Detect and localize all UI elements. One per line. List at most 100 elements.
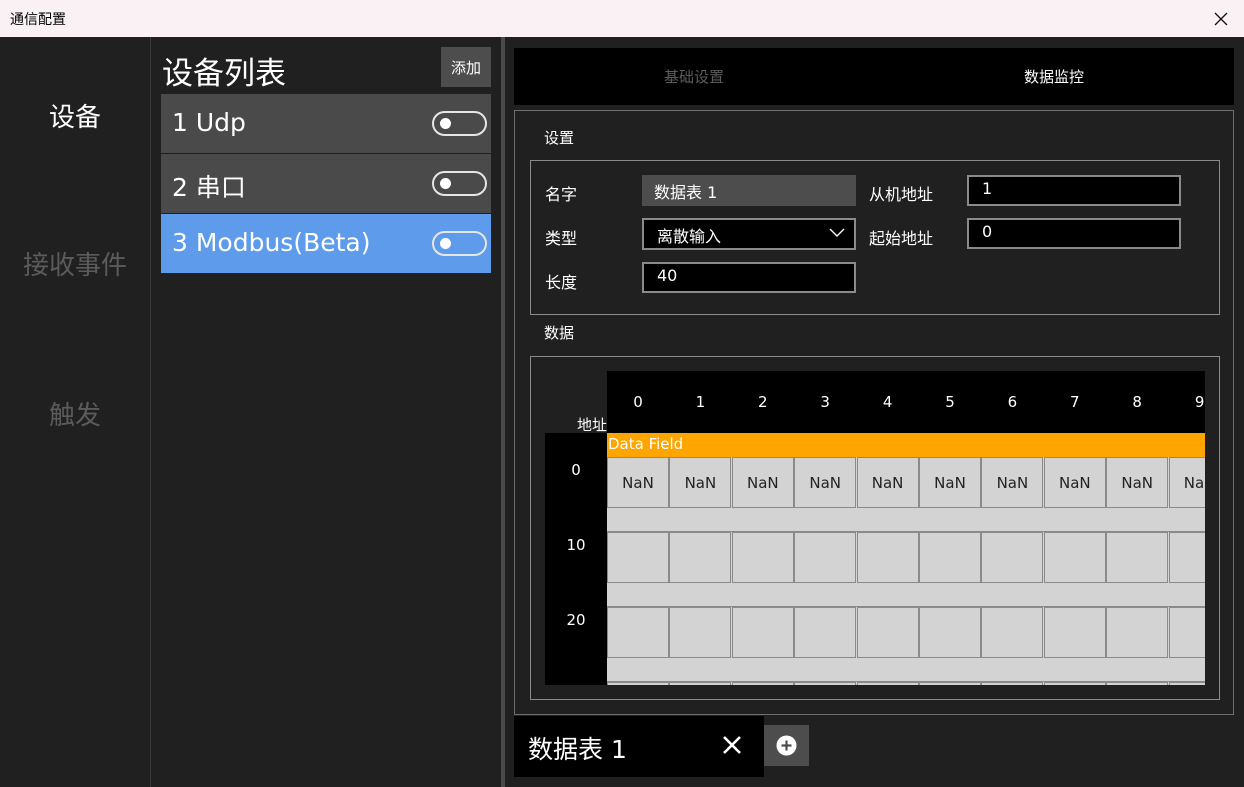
data-cell[interactable] — [794, 532, 857, 583]
length-input[interactable]: 40 — [642, 262, 856, 293]
device-enable-toggle[interactable] — [432, 111, 487, 136]
name-field[interactable]: 数据表 1 — [642, 175, 856, 206]
row-header: 20 — [566, 611, 586, 629]
column-header: 4 — [882, 393, 893, 411]
data-cell[interactable] — [1168, 607, 1205, 658]
column-header: 8 — [1132, 393, 1142, 411]
data-cell[interactable] — [1106, 682, 1169, 685]
data-cell[interactable] — [669, 532, 732, 583]
data-cell[interactable] — [731, 682, 794, 685]
row-header-column: 0 10 20 — [545, 433, 607, 685]
type-select-value: 离散输入 — [657, 227, 722, 246]
data-cell[interactable] — [981, 532, 1044, 583]
slave-address-label: 从机地址 — [869, 185, 934, 204]
data-cell[interactable]: NaN — [1043, 457, 1106, 508]
nav-item-receive-events[interactable]: 接收事件 — [0, 245, 150, 282]
title-bar: 通信配置 — [0, 0, 1244, 37]
data-cell[interactable] — [919, 682, 981, 685]
device-detail-pane: 基础设置 数据监控 设置 名字 数据表 1 类型 离散输入 长度 40 从机地址… — [505, 37, 1244, 787]
device-item-udp[interactable]: 1 Udp — [161, 94, 491, 153]
column-header: 9 — [1194, 393, 1205, 411]
data-cell[interactable]: NaN — [981, 457, 1044, 508]
name-label: 名字 — [545, 185, 578, 204]
device-item-modbus[interactable]: 3 Modbus(Beta) — [161, 214, 491, 273]
data-cell[interactable] — [1168, 532, 1205, 583]
data-cell[interactable] — [919, 607, 981, 658]
data-cell[interactable] — [1168, 682, 1205, 685]
start-address-input[interactable]: 0 — [967, 218, 1181, 249]
data-cell[interactable]: NaN — [856, 457, 919, 508]
data-cell[interactable] — [856, 682, 919, 685]
data-cell[interactable] — [856, 607, 919, 658]
settings-section-label: 设置 — [544, 129, 575, 147]
type-label: 类型 — [545, 229, 578, 248]
data-cell[interactable]: NaN — [1168, 457, 1205, 508]
data-group: 地址 0123456789 0 10 20 Data Field NaN NaN NaN… — [530, 356, 1220, 700]
data-cell[interactable] — [981, 607, 1044, 658]
nav-item-devices[interactable]: 设备 — [0, 97, 150, 134]
data-cell[interactable] — [731, 532, 794, 583]
tab-data-monitor[interactable]: 数据监控 — [874, 48, 1234, 105]
toggle-knob — [440, 178, 451, 189]
address-column-header: 地址 — [577, 416, 608, 434]
data-cell[interactable] — [856, 532, 919, 583]
data-cell[interactable] — [1106, 532, 1169, 583]
add-device-button[interactable]: 添加 — [441, 47, 491, 87]
start-address-label: 起始地址 — [869, 229, 934, 248]
plus-circle-icon — [776, 735, 797, 756]
row-header: 0 — [571, 461, 581, 479]
row-header: 10 — [566, 536, 586, 554]
data-cell[interactable] — [981, 682, 1044, 685]
column-header-row: 0 1 2 3 4 5 6 7 8 9 — [607, 371, 1205, 433]
add-table-button[interactable] — [764, 725, 809, 766]
slave-address-input[interactable]: 1 — [967, 175, 1181, 206]
data-monitor-panel: 设置 名字 数据表 1 类型 离散输入 长度 40 从机地址 1 起始地址 0 … — [514, 110, 1234, 715]
device-enable-toggle[interactable] — [432, 231, 487, 256]
data-cell[interactable] — [1043, 682, 1106, 685]
data-cell[interactable] — [1043, 607, 1106, 658]
data-cell[interactable] — [607, 682, 669, 685]
data-cell[interactable] — [607, 607, 669, 658]
data-cell[interactable]: NaN — [1106, 457, 1169, 508]
data-cell[interactable] — [669, 607, 732, 658]
data-cell[interactable]: NaN — [669, 457, 732, 508]
data-section-label: 数据 — [544, 324, 575, 342]
device-item-serial[interactable]: 2 串口 — [161, 154, 491, 213]
side-nav: 设备 接收事件 触发 — [0, 37, 150, 787]
data-field-label: Data Field — [608, 435, 684, 453]
device-list-panel: 设备列表 添加 1 Udp 2 串口 3 Modbus(Beta) — [151, 37, 501, 787]
device-label: 1 Udp — [172, 108, 246, 137]
data-cell[interactable] — [1106, 607, 1169, 658]
nav-item-trigger[interactable]: 触发 — [0, 395, 150, 432]
data-cell[interactable] — [919, 532, 981, 583]
device-enable-toggle[interactable] — [432, 171, 487, 196]
data-cell[interactable] — [794, 607, 857, 658]
data-cell[interactable]: NaN — [919, 457, 981, 508]
data-cell[interactable]: NaN — [794, 457, 857, 508]
data-cell[interactable] — [669, 682, 732, 685]
grid-cells: NaNNaNNaNNaNNaNNaNNaNNaNNaNNaN — [607, 457, 1205, 685]
device-label: 2 串口 — [172, 173, 246, 202]
data-cell[interactable] — [794, 682, 857, 685]
data-cell[interactable]: NaN — [731, 457, 794, 508]
column-header: 7 — [1070, 393, 1080, 411]
settings-group: 名字 数据表 1 类型 离散输入 长度 40 从机地址 1 起始地址 0 — [530, 160, 1220, 315]
column-header: 3 — [820, 393, 830, 411]
table-tab-label: 数据表 1 — [528, 735, 627, 764]
device-label: 3 Modbus(Beta) — [172, 228, 371, 257]
column-header: 1 — [695, 393, 706, 411]
data-cell[interactable] — [1043, 532, 1106, 583]
tab-basic-settings[interactable]: 基础设置 — [514, 48, 874, 105]
close-button[interactable] — [1198, 0, 1244, 37]
device-list-heading: 设备列表 — [162, 56, 286, 92]
data-cell[interactable]: NaN — [607, 457, 669, 508]
bottom-table-tab[interactable]: 数据表 1 — [514, 716, 764, 777]
close-icon[interactable] — [721, 734, 743, 756]
window-title: 通信配置 — [10, 12, 66, 28]
toggle-knob — [440, 118, 451, 129]
data-cell[interactable] — [607, 532, 669, 583]
data-field-bar: Data Field — [607, 433, 1205, 457]
data-grid[interactable]: 地址 0123456789 0 10 20 Data Field NaN NaN NaN… — [545, 371, 1205, 685]
data-cell[interactable] — [731, 607, 794, 658]
type-select[interactable]: 离散输入 — [642, 218, 856, 250]
